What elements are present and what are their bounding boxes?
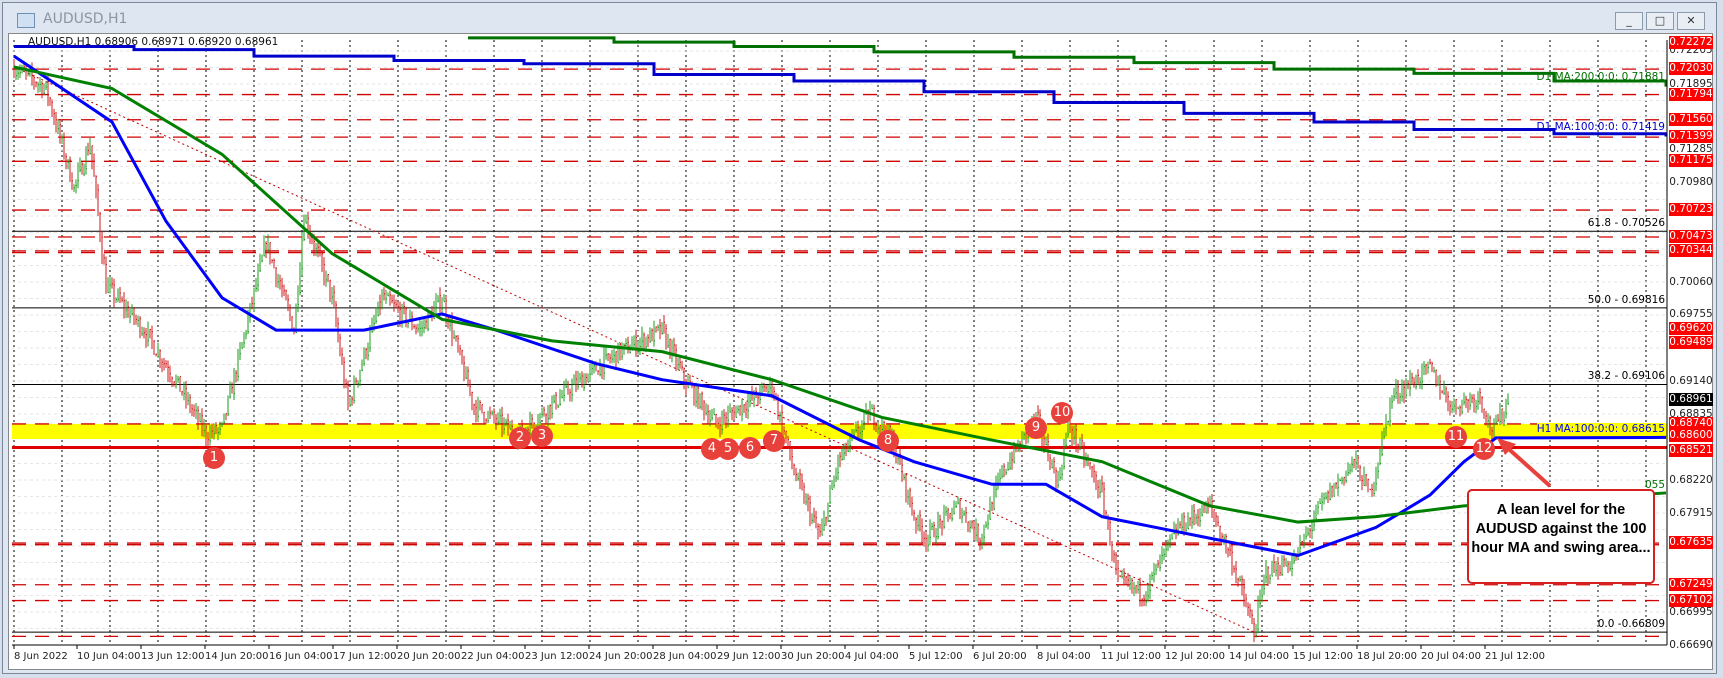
fib-label: 61.8 - 0.70526 — [1587, 217, 1665, 230]
price-level-label: 0.68600 — [1669, 429, 1713, 442]
price-tick-label: 0.66690 — [1669, 639, 1713, 651]
time-tick-label: 24 Jun 20:00 — [589, 651, 653, 662]
time-tick-label: 8 Jun 2022 — [14, 651, 68, 662]
price-tick-label: 0.67915 — [1669, 506, 1713, 519]
time-tick-label: 23 Jun 12:00 — [525, 651, 589, 662]
current-price-label: 0.68961 — [1669, 393, 1713, 407]
price-level-label: 0.72030 — [1669, 62, 1713, 76]
swing-marker: 2 — [509, 426, 531, 449]
time-tick-label: 12 Jul 20:00 — [1165, 651, 1225, 662]
time-tick-label: 8 Jul 04:00 — [1037, 651, 1091, 662]
price-level-label: 0.71399 — [1669, 130, 1713, 144]
time-tick-label: 20 Jul 04:00 — [1421, 651, 1481, 662]
price-level-label: 0.67102 — [1669, 593, 1713, 607]
price-level-label: 0.68521 — [1669, 443, 1713, 457]
price-chart — [12, 36, 1668, 649]
price-level-label: 0.71560 — [1669, 112, 1713, 126]
time-tick-label: 13 Jun 12:00 — [141, 651, 205, 662]
time-tick-label: 14 Jul 04:00 — [1229, 651, 1289, 662]
moving-average-line — [14, 44, 1668, 137]
time-tick-label: 21 Jul 12:00 — [1485, 651, 1545, 662]
time-tick-label: 28 Jun 04:00 — [653, 651, 717, 662]
annotation-callout: A lean level for the AUDUSD against the … — [1467, 489, 1655, 584]
swing-marker: 7 — [763, 430, 785, 453]
time-tick-label: 29 Jun 12:00 — [717, 651, 781, 662]
swing-marker: 12 — [1473, 437, 1495, 460]
price-level-label: 0.69489 — [1669, 336, 1713, 350]
swing-marker: 6 — [739, 436, 761, 459]
time-tick-label: 30 Jun 20:00 — [781, 651, 845, 662]
price-tick-label: 0.69755 — [1669, 308, 1713, 321]
fib-label: 50.0 - 0.69816 — [1587, 293, 1665, 306]
fib-label: 38.2 - 0.69106 — [1587, 370, 1665, 383]
price-level-label: 0.72272 — [1669, 36, 1713, 49]
fib-label: 0.0 -0.66809 — [1597, 618, 1665, 631]
price-level-label: 0.70344 — [1669, 243, 1713, 257]
price-tick-label: 0.69140 — [1669, 374, 1713, 387]
swing-marker: 3 — [531, 424, 553, 447]
time-tick-label: 17 Jun 12:00 — [333, 651, 397, 662]
time-tick-label: 14 Jun 20:00 — [205, 651, 269, 662]
time-tick-label: 16 Jun 04:00 — [269, 651, 333, 662]
time-tick-label: 10 Jun 04:00 — [77, 651, 141, 662]
moving-average-line — [468, 36, 1668, 87]
time-tick-label: 15 Jul 12:00 — [1293, 651, 1353, 662]
moving-average-line — [13, 54, 1667, 558]
price-level-label: 0.69620 — [1669, 322, 1713, 335]
price-level-label: 0.71794 — [1669, 87, 1713, 101]
time-tick-label: 18 Jul 20:00 — [1357, 651, 1417, 662]
swing-marker: 11 — [1445, 425, 1467, 448]
price-level-label: 0.67249 — [1669, 577, 1713, 591]
time-tick-label: 11 Jul 12:00 — [1101, 651, 1161, 662]
time-tick-label: 5 Jul 12:00 — [909, 651, 963, 662]
time-tick-label: 6 Jul 20:00 — [973, 651, 1027, 662]
price-level-label: 0.70473 — [1669, 230, 1713, 244]
ma-label: H1 MA:100:0:0: 0.68615 — [1536, 423, 1665, 436]
ma-label: D1 MA:100:0:0: 0.71419 — [1536, 120, 1665, 133]
price-level-label: 0.71175 — [1669, 154, 1713, 168]
price-level-label: 0.67635 — [1669, 536, 1713, 550]
swing-marker: 10 — [1051, 402, 1073, 425]
price-tick-label: 0.68220 — [1669, 473, 1713, 486]
swing-marker: 8 — [877, 430, 899, 453]
time-tick-label: 4 Jul 04:00 — [845, 651, 899, 662]
price-tick-label: 0.66995 — [1669, 606, 1713, 619]
price-tick-label: 0.70980 — [1669, 176, 1713, 189]
price-tick-label: 0.70060 — [1669, 275, 1713, 288]
price-level-label: 0.70723 — [1669, 203, 1713, 217]
time-tick-label: 22 Jun 04:00 — [461, 651, 525, 662]
price-level-label: 0.68740 — [1669, 416, 1713, 430]
ma-label: D1 MA:200:0:0: 0.71881 — [1536, 71, 1665, 84]
time-tick-label: 20 Jun 20:00 — [397, 651, 461, 662]
swing-marker: 5 — [717, 437, 739, 460]
chart-header-ohlc: AUDUSD,H1 0.68906 0.68971 0.68920 0.6896… — [28, 36, 279, 48]
